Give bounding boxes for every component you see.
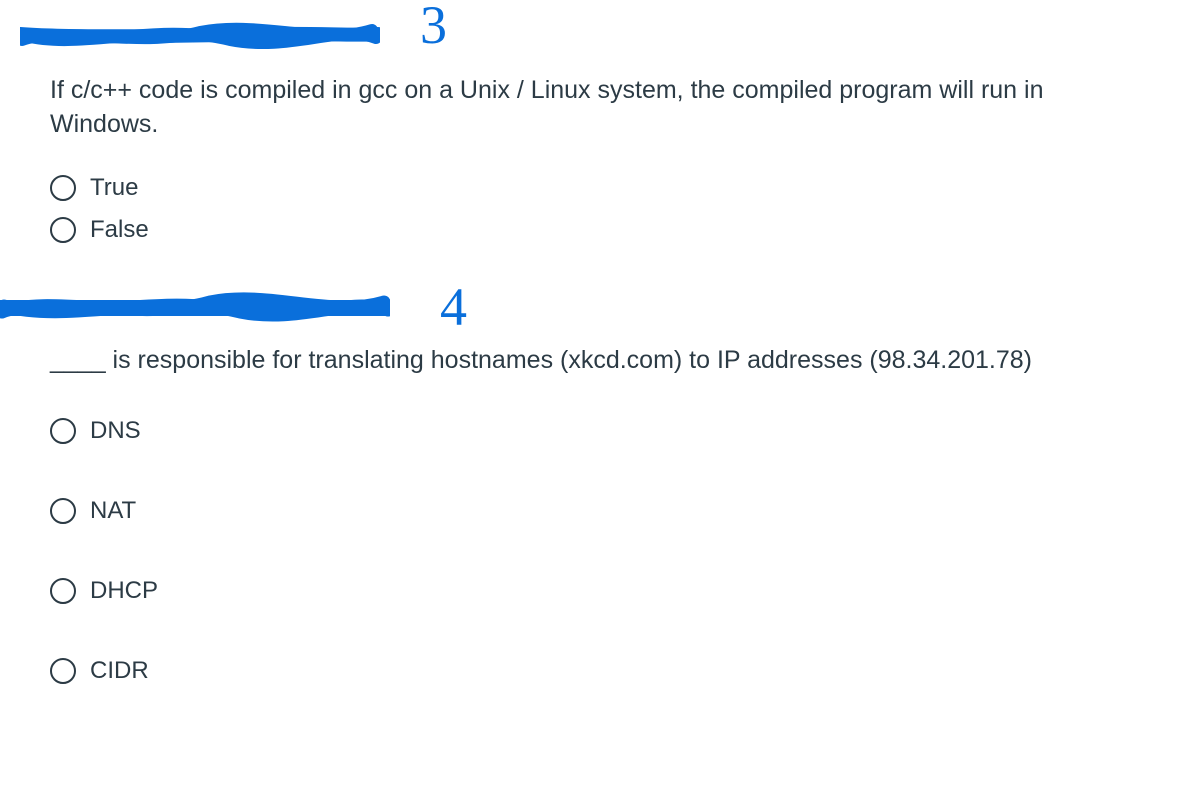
option-nat[interactable]: NAT [50,497,1150,525]
redaction-scribble-icon [20,18,380,52]
question-4: 4 ____ is responsible for translating ho… [50,278,1150,686]
radio-icon [50,578,76,604]
option-false[interactable]: False [50,216,1150,244]
radio-icon [50,418,76,444]
question-4-options: DNS NAT DHCP CIDR [50,417,1150,685]
radio-icon [50,498,76,524]
question-3-header: 3 [50,0,1150,70]
option-dhcp[interactable]: DHCP [50,577,1150,605]
question-4-prompt: ____ is responsible for translating host… [50,344,1100,378]
radio-icon [50,658,76,684]
option-label: False [90,216,149,244]
option-label: DHCP [90,577,158,605]
option-cidr[interactable]: CIDR [50,657,1150,685]
question-3-prompt: If c/c++ code is compiled in gcc on a Un… [50,74,1100,142]
radio-icon [50,217,76,243]
option-label: CIDR [90,657,149,685]
radio-icon [50,175,76,201]
option-label: True [90,174,138,202]
question-4-header: 4 [50,278,1150,340]
question-3: 3 If c/c++ code is compiled in gcc on a … [50,0,1150,244]
question-3-options: True False [50,174,1150,244]
option-label: DNS [90,417,141,445]
option-label: NAT [90,497,136,525]
redaction-scribble-icon [0,288,390,328]
handwritten-number-3: 3 [420,0,447,56]
handwritten-number-4: 4 [440,276,467,338]
option-dns[interactable]: DNS [50,417,1150,445]
option-true[interactable]: True [50,174,1150,202]
